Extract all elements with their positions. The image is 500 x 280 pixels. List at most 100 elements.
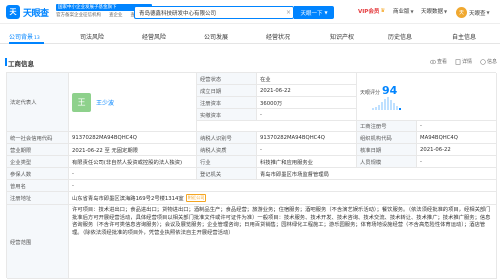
score-bar-current	[399, 108, 401, 110]
tab-label: 自主信息	[452, 34, 477, 41]
org-code-label: 组织机构代码	[357, 132, 417, 144]
site-logo[interactable]: 天 天眼查	[6, 4, 49, 20]
action-label: 查看	[437, 59, 448, 65]
org-code-value[interactable]: MA94BQHC4Q	[417, 132, 497, 144]
score-bar	[387, 97, 389, 110]
tab-company-background[interactable]: 公司背景13	[9, 32, 40, 41]
eye-icon	[430, 59, 436, 64]
legal-rep-row[interactable]: 王 王少波	[72, 92, 114, 112]
credit-code-value[interactable]: 91370282MA94BQHC4Q	[69, 132, 197, 144]
tab-judicial-risk[interactable]: 司法风险	[80, 32, 104, 41]
section-accent-bar	[5, 58, 7, 66]
search-button[interactable]: 天眼一下 ▼	[294, 6, 334, 19]
action-label: 信息	[487, 59, 498, 65]
taxpayer-id-value[interactable]: 91370282MA94BQHC4Q	[257, 132, 357, 144]
tab-operating-risk[interactable]: 经营风险	[142, 32, 166, 41]
user-name: 天眼查	[469, 10, 486, 17]
paid-capital-label: 实缴资本	[197, 109, 257, 121]
score-bar	[390, 100, 392, 110]
search-input[interactable]	[135, 7, 284, 18]
nav-vip-label: VIP会员	[358, 9, 380, 15]
tab-label: 经营风险	[142, 34, 167, 41]
industry-label: 行业	[197, 156, 257, 168]
avatar: 天	[456, 7, 467, 18]
slogan-item: 官方备案企业征信机构	[56, 13, 101, 18]
nearby-companies-link[interactable]: 附近公司	[185, 194, 207, 202]
former-name-value: -	[69, 180, 497, 192]
logo-text: 天眼查	[23, 8, 49, 19]
tab-label: 公司发展	[204, 34, 229, 41]
company-tabs: 公司背景13 司法风险 经营风险 公司发展 经营状况 知识产权 历史信息 自主信…	[0, 30, 500, 44]
staff-size-label: 人员规模	[357, 156, 417, 168]
search-box: ×	[134, 6, 294, 19]
industry-value: 科技推广和应用服务业	[257, 156, 357, 168]
chevron-down-icon: ▼	[324, 10, 328, 15]
score-value: 94	[382, 84, 398, 97]
chevron-down-icon: ▼	[444, 8, 448, 14]
nav-vip[interactable]: VIP会员 ♛	[358, 7, 385, 15]
score-bar	[375, 107, 377, 110]
reg-no-value: -	[417, 121, 497, 132]
tab-operating-status[interactable]: 经营状况	[266, 32, 290, 41]
clear-icon[interactable]: ×	[284, 9, 293, 16]
score-bar	[396, 106, 398, 110]
score-row: 天眼评分 94	[360, 85, 397, 96]
scope-label: 经营范围	[7, 205, 69, 279]
nav-eye-label: 天眼数据	[421, 9, 444, 15]
reg-capital-label: 注册资本	[197, 97, 257, 109]
address-value: 山东省青岛市即墨区滨海路169号2号楼1314室	[72, 196, 184, 202]
tab-label: 司法风险	[80, 34, 105, 41]
reg-capital-value: 36000万	[257, 97, 357, 109]
info-icon	[480, 58, 486, 65]
tab-intellectual-property[interactable]: 知识产权	[330, 32, 354, 41]
nav-business[interactable]: 商业版 ▼	[393, 7, 414, 16]
insured-value: -	[69, 168, 197, 180]
document-icon	[455, 58, 461, 65]
action-view[interactable]: 查看	[430, 58, 447, 65]
tab-label: 历史信息	[388, 34, 413, 41]
term-value: 2021-06-22 至 无固定期限	[69, 144, 197, 156]
reg-authority-label: 登记机关	[197, 168, 257, 180]
nav-eye-data[interactable]: 天眼数据 ▼	[421, 7, 448, 16]
active-tab-indicator	[9, 42, 44, 44]
scope-value: 许可项目：技术进出口；食品进出口；货物进出口；酒制品生产；食品经营；旅游业务；住…	[69, 205, 497, 279]
status-label: 经营状态	[197, 73, 257, 85]
score-bar	[384, 99, 386, 110]
logo-icon: 天	[6, 5, 20, 19]
tab-history[interactable]: 历史信息	[388, 32, 412, 41]
taxpayer-qual-label: 纳税人资质	[197, 144, 257, 156]
action-label: 详情	[462, 59, 473, 65]
taxpayer-qual-value: -	[257, 144, 357, 156]
tianyan-score-cell[interactable]: 天眼评分 94	[357, 73, 497, 121]
section-actions: 查看 详情 信息	[430, 58, 497, 65]
insured-label: 参保人数	[7, 168, 69, 180]
address-label: 注册地址	[7, 192, 69, 205]
status-value: 在业	[257, 73, 357, 85]
address-cell: 山东省青岛市即墨区滨海路169号2号楼1314室 附近公司	[69, 192, 497, 205]
action-detail[interactable]: 详情	[455, 58, 472, 65]
score-bar	[372, 108, 374, 110]
legal-rep-name[interactable]: 王少波	[96, 98, 114, 107]
paid-capital-value: -	[257, 109, 357, 121]
slogan-item: 查企业	[109, 13, 123, 18]
legal-rep-cell: 王 王少波	[69, 73, 197, 132]
tab-self-info[interactable]: 自主信息	[452, 32, 476, 41]
company-type-label: 企业类型	[7, 156, 69, 168]
term-label: 营业期限	[7, 144, 69, 156]
estab-date-value: 2021-06-22	[257, 85, 357, 97]
tab-company-development[interactable]: 公司发展	[204, 32, 228, 41]
company-type-value: 有限责任公司(非自然人投资或控股的法人独资)	[69, 156, 197, 168]
action-info[interactable]: 信息	[480, 58, 497, 65]
nav-business-label: 商业版	[393, 9, 410, 15]
user-menu[interactable]: 天 天眼查 ▼	[456, 7, 490, 18]
score-distribution-chart	[372, 97, 401, 110]
estab-date-label: 成立日期	[197, 85, 257, 97]
score-bar	[381, 102, 383, 110]
score-bar	[378, 105, 380, 110]
business-info-table: 法定代表人 王 王少波 经营状态 在业 成立日期 2021-06-22 注册资本…	[6, 72, 497, 279]
top-header: 天 天眼查 国家中小企业发展子基金旗下 官方备案企业征信机构查企业查老板 × 天…	[0, 0, 500, 24]
legal-rep-label: 法定代表人	[7, 73, 69, 132]
reg-no-label: 工商注册号	[357, 121, 417, 132]
avatar: 王	[72, 92, 91, 112]
staff-size-value: -	[417, 156, 497, 168]
